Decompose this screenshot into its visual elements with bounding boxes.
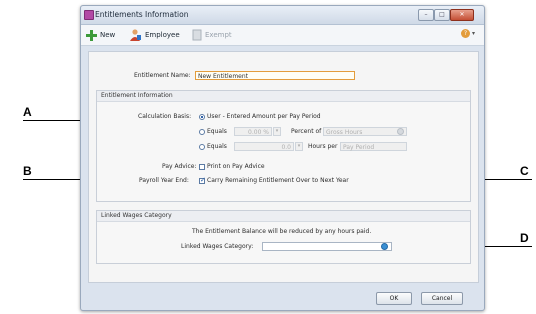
new-label: New [100, 31, 116, 39]
radio-equals-hours[interactable] [199, 143, 205, 150]
help-menu-button[interactable]: ? ▾ [461, 29, 475, 38]
exempt-icon [192, 29, 202, 41]
callout-b: B [23, 164, 32, 178]
entitlement-name-input[interactable]: New Entitlement [195, 71, 355, 80]
entitlements-window: Entitlements Information – □ ✕ New Emplo… [80, 5, 485, 311]
linked-wages-note: The Entitlement Balance will be reduced … [192, 228, 372, 235]
linked-wages-category-input[interactable] [262, 242, 392, 251]
toolbar: New Employee Exempt ? ▾ [81, 25, 484, 46]
payroll-year-end-label: Payroll Year End: [139, 177, 189, 184]
new-button[interactable]: New [86, 29, 115, 41]
linked-wages-category-label: Linked Wages Category: [181, 243, 254, 250]
ok-button[interactable]: OK [376, 292, 412, 305]
exempt-label: Exempt [205, 31, 232, 39]
hours-input[interactable]: 0.0 [234, 142, 294, 151]
entitlement-name-label: Entitlement Name: [134, 72, 191, 79]
radio-equals-percent[interactable] [199, 128, 205, 135]
option-user-entered[interactable]: User - Entered Amount per Pay Period [199, 113, 321, 120]
carry-remaining-checkbox[interactable]: ✓ Carry Remaining Entitlement Over to Ne… [199, 175, 349, 184]
callout-d: D [520, 231, 529, 245]
plus-icon [86, 29, 97, 41]
linked-wages-title: Linked Wages Category [97, 211, 470, 222]
option-equals-hours-label: Equals [207, 143, 227, 150]
close-button[interactable]: ✕ [450, 9, 474, 21]
title-bar[interactable]: Entitlements Information – □ ✕ [81, 6, 484, 25]
percent-input[interactable]: 0.00 % [234, 127, 272, 136]
calculation-basis-label: Calculation Basis: [138, 113, 192, 120]
exempt-button[interactable]: Exempt [192, 29, 232, 41]
help-icon: ? [461, 29, 470, 38]
print-on-pay-advice-box[interactable] [199, 163, 205, 170]
content-panel: Entitlement Name: New Entitlement Entitl… [88, 51, 479, 283]
maximize-button[interactable]: □ [434, 9, 450, 21]
option-equals-percent[interactable]: Equals [199, 128, 227, 135]
search-icon[interactable] [381, 243, 388, 250]
employee-icon [130, 29, 141, 41]
radio-user-entered[interactable] [199, 113, 205, 120]
carry-remaining-label: Carry Remaining Entitlement Over to Next… [207, 177, 349, 184]
callout-c: C [520, 164, 529, 178]
linked-wages-group: Linked Wages Category The Entitlement Ba… [96, 210, 471, 264]
carry-remaining-box[interactable]: ✓ [199, 175, 206, 184]
hours-stepper[interactable]: ▾ [295, 142, 303, 151]
option-equals-hours[interactable]: Equals [199, 143, 227, 150]
print-on-pay-advice-label: Print on Pay Advice [207, 163, 265, 170]
gross-hours-input[interactable]: Gross Hours [323, 127, 407, 136]
cancel-button[interactable]: Cancel [421, 292, 463, 305]
option-equals-percent-label: Equals [207, 128, 227, 135]
window-title: Entitlements Information [95, 10, 189, 19]
employee-label: Employee [145, 31, 180, 39]
search-icon[interactable] [397, 128, 404, 135]
hours-per-label: Hours per [308, 143, 338, 150]
callout-a: A [23, 105, 32, 119]
percent-stepper[interactable]: ▾ [273, 127, 281, 136]
pay-period-input[interactable]: Pay Period [340, 142, 407, 151]
entitlement-information-group: Entitlement Information Calculation Basi… [96, 90, 471, 202]
percent-of-label: Percent of [291, 128, 322, 135]
pay-advice-label: Pay Advice: [162, 163, 197, 170]
entitlement-information-title: Entitlement Information [97, 91, 470, 102]
option-user-entered-label: User - Entered Amount per Pay Period [207, 113, 321, 120]
minimize-button[interactable]: – [418, 9, 434, 21]
print-on-pay-advice-checkbox[interactable]: Print on Pay Advice [199, 163, 265, 170]
checkmark-icon: ✓ [200, 175, 206, 184]
app-icon [84, 10, 94, 20]
employee-button[interactable]: Employee [129, 29, 180, 41]
chevron-down-icon: ▾ [472, 30, 476, 37]
